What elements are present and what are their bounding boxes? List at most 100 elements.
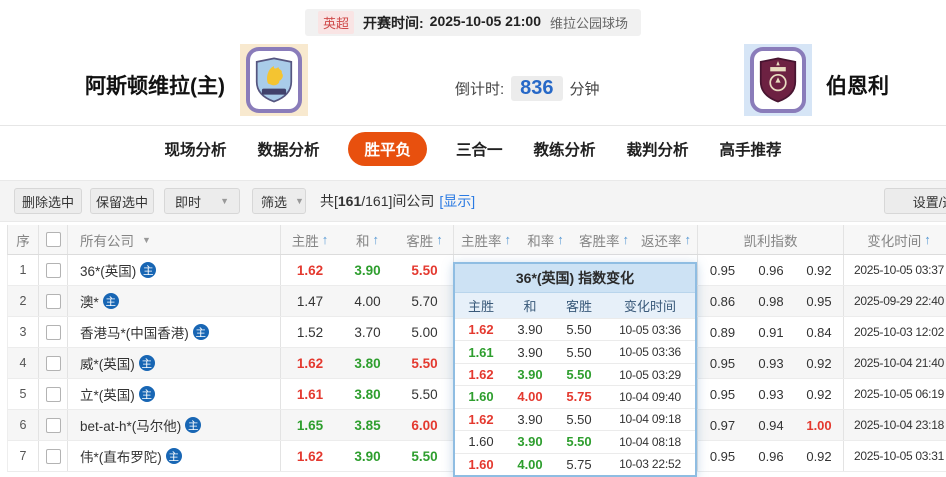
kelly-draw: 0.96 [747,441,795,471]
row-checkbox-cell [39,348,68,378]
company-name[interactable]: 澳* [80,291,99,311]
popup-odds-away: 5.75 [553,457,605,472]
company-name[interactable]: 36*(英国) [80,260,136,280]
company-name[interactable]: bet-at-h*(马尔他) [80,415,181,435]
header-return-rate[interactable]: 返还率↑ [635,225,698,254]
company-cell: 36*(英国)主 [68,255,281,285]
row-number: 2 [8,286,39,316]
popup-body: 1.623.905.5010-05 03:361.613.905.5010-05… [455,318,695,475]
odds-away[interactable]: 5.70 [396,286,454,316]
tab-live-analysis[interactable]: 现场分析 [162,133,228,165]
row-checkbox[interactable] [46,263,61,278]
kelly-away: 0.92 [795,441,844,471]
row-checkbox[interactable] [46,325,61,340]
odds-home[interactable]: 1.62 [281,255,339,285]
header-draw[interactable]: 和↑ [339,225,396,254]
show-link[interactable]: [显示] [439,193,475,209]
company-name[interactable]: 香港马*(中国香港) [80,322,189,342]
row-checkbox[interactable] [46,356,61,371]
tabs-nav: 现场分析数据分析胜平负三合一教练分析裁判分析高手推荐 [0,132,946,166]
company-name[interactable]: 伟*(直布罗陀) [80,446,162,466]
odds-home[interactable]: 1.62 [281,441,339,471]
kelly-home: 0.95 [698,255,747,285]
tab-referee-analysis[interactable]: 裁判分析 [625,133,691,165]
kickoff-time: 开赛时间: 2025-10-05 21:00 [363,13,541,33]
tab-three-in-one[interactable]: 三合一 [454,133,505,165]
kelly-home: 0.95 [698,441,747,471]
row-checkbox[interactable] [46,418,61,433]
toolbar: 删除选中 保留选中 即时 ▼ 筛选 ▼ 共[161/161]间公司[显示] 设置… [0,180,946,222]
popup-odds-away: 5.50 [553,412,605,427]
popup-odds-away: 5.50 [553,434,605,449]
tab-expert-picks[interactable]: 高手推荐 [718,133,784,165]
header-away-rate[interactable]: 客胜率↑ [573,225,635,254]
row-checkbox-cell [39,379,68,409]
odds-draw[interactable]: 3.80 [339,348,396,378]
odds-draw[interactable]: 3.90 [339,441,396,471]
odds-draw[interactable]: 3.90 [339,255,396,285]
league-badge[interactable]: 英超 [318,11,354,34]
popup-odds-home: 1.62 [455,322,507,337]
instant-dropdown[interactable]: 即时 ▼ [164,188,240,214]
row-checkbox[interactable] [46,387,61,402]
header-home-rate[interactable]: 主胜率↑ [454,225,518,254]
popup-row: 1.623.905.5010-05 03:36 [455,318,695,340]
odds-draw[interactable]: 3.85 [339,410,396,440]
popup-odds-away: 5.50 [553,367,605,382]
odds-home[interactable]: 1.65 [281,410,339,440]
home-team-name: 阿斯顿维拉(主) [85,70,225,100]
keep-selected-button[interactable]: 保留选中 [90,188,154,214]
header-index: 序 [8,225,39,254]
filter-dropdown[interactable]: 筛选 ▼ [252,188,306,214]
row-checkbox-cell [39,441,68,471]
kickoff-label: 开赛时间: [363,13,424,33]
sort-asc-icon: ↑ [436,232,443,247]
row-checkbox[interactable] [46,294,61,309]
odds-away[interactable]: 5.50 [396,348,454,378]
odds-away[interactable]: 6.00 [396,410,454,440]
row-number: 1 [8,255,39,285]
odds-home[interactable]: 1.52 [281,317,339,347]
company-name[interactable]: 立*(英国) [80,384,135,404]
kelly-draw: 0.96 [747,255,795,285]
settings-button[interactable]: 设置/选 [884,188,946,214]
odds-draw[interactable]: 3.70 [339,317,396,347]
kelly-draw: 0.93 [747,348,795,378]
header-away-win[interactable]: 客胜↑ [396,225,454,254]
popup-header-away: 客胜 [553,296,605,315]
odds-away[interactable]: 5.50 [396,255,454,285]
delete-selected-button[interactable]: 删除选中 [14,188,82,214]
kelly-away: 0.92 [795,255,844,285]
odds-draw[interactable]: 4.00 [339,286,396,316]
header-draw-rate[interactable]: 和率↑ [518,225,573,254]
main-company-badge-icon: 主 [139,386,155,402]
header-change-time[interactable]: 变化时间↑ [844,225,946,254]
odds-away[interactable]: 5.50 [396,379,454,409]
odds-home[interactable]: 1.62 [281,348,339,378]
odds-home[interactable]: 1.61 [281,379,339,409]
row-checkbox[interactable] [46,449,61,464]
tab-coach-analysis[interactable]: 教练分析 [532,133,598,165]
row-number: 4 [8,348,39,378]
popup-odds-draw: 3.90 [507,367,553,382]
aston-villa-crest-icon [255,57,293,103]
sort-asc-icon: ↑ [505,232,512,247]
tab-data-analysis[interactable]: 数据分析 [255,133,321,165]
popup-header-draw: 和 [507,296,553,315]
select-all-checkbox[interactable] [46,232,61,247]
odds-away[interactable]: 5.00 [396,317,454,347]
change-time: 2025-10-05 03:31 [844,441,946,471]
popup-odds-draw: 3.90 [507,322,553,337]
header-company[interactable]: 所有公司▼ [68,225,281,254]
odds-away[interactable]: 5.50 [396,441,454,471]
home-team-logo [240,44,308,116]
odds-home[interactable]: 1.47 [281,286,339,316]
header-home-win[interactable]: 主胜↑ [281,225,339,254]
odds-draw[interactable]: 3.80 [339,379,396,409]
popup-change-time: 10-04 09:18 [605,412,695,426]
chevron-down-icon: ▼ [220,196,229,206]
main-company-badge-icon: 主 [103,293,119,309]
filter-dropdown-label: 筛选 [261,192,287,211]
tab-win-draw-lose[interactable]: 胜平负 [348,132,427,166]
company-name[interactable]: 威*(英国) [80,353,135,373]
